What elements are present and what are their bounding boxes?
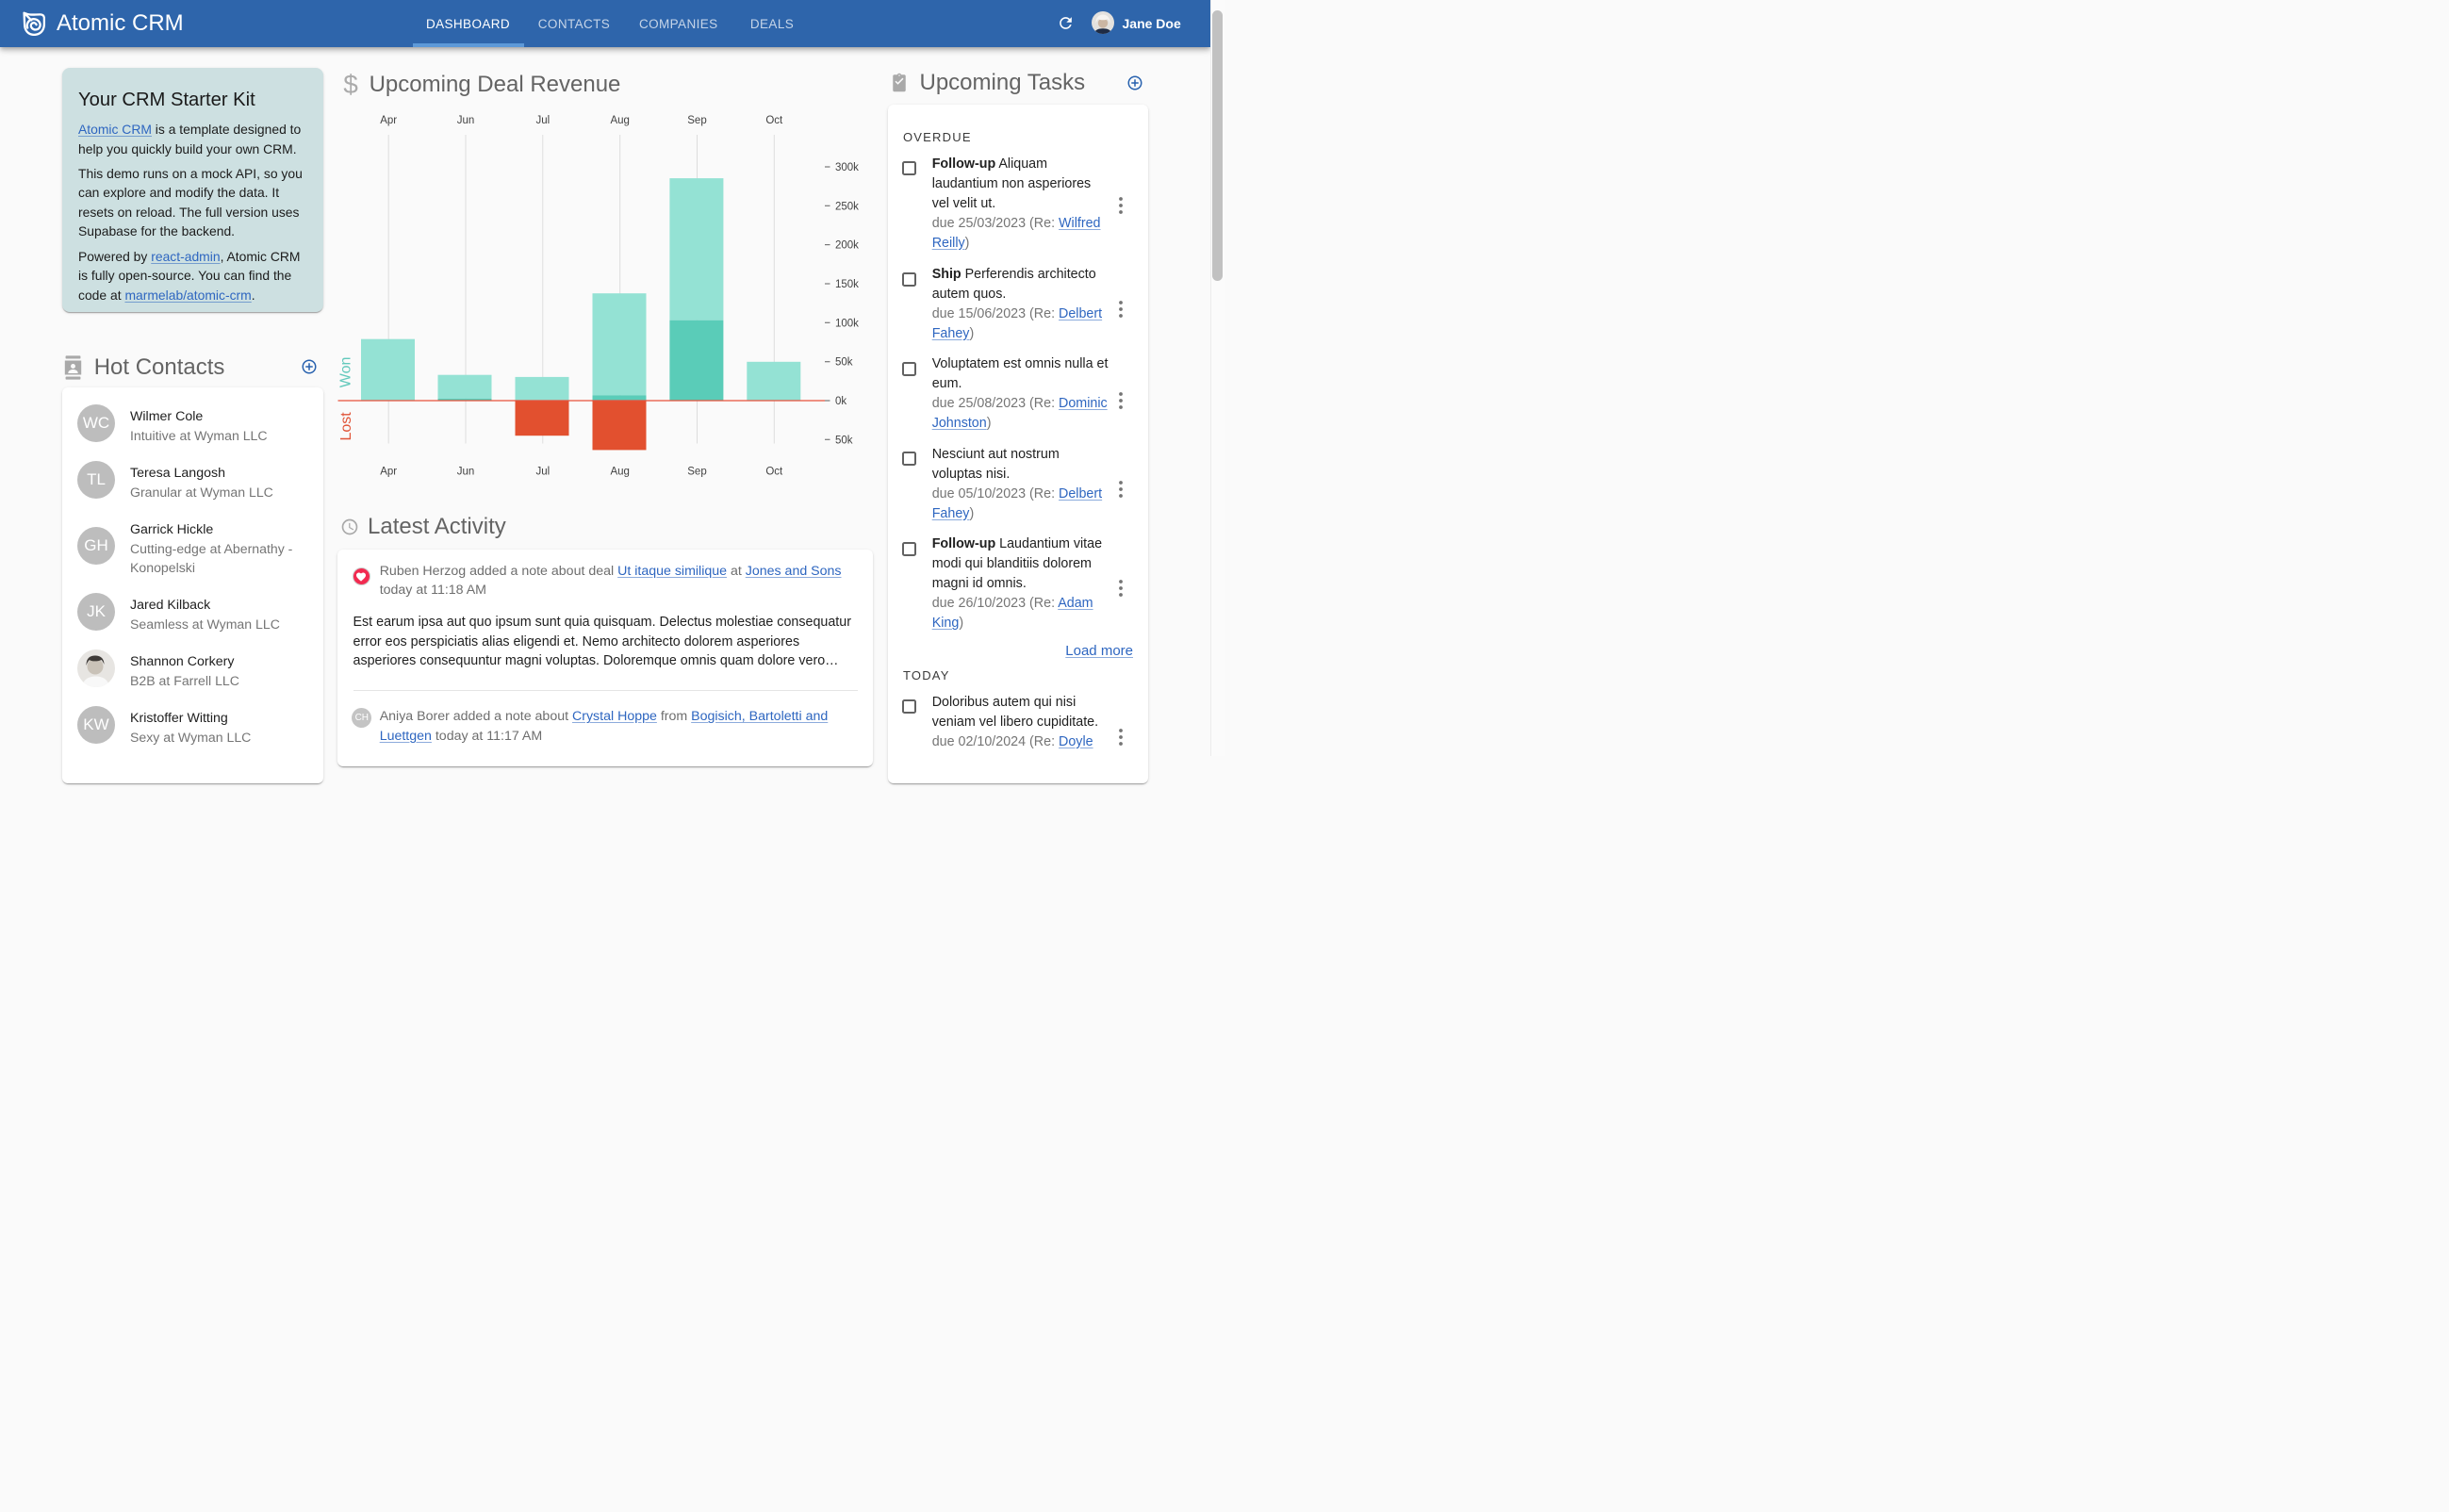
svg-text:150k: 150k	[835, 279, 859, 290]
svg-text:Sep: Sep	[687, 115, 706, 126]
svg-text:0k: 0k	[835, 396, 846, 407]
svg-text:Aug: Aug	[610, 467, 629, 478]
svg-text:Sep: Sep	[687, 467, 706, 478]
svg-text:Oct: Oct	[765, 115, 783, 126]
svg-text:300k: 300k	[835, 162, 859, 173]
svg-text:100k: 100k	[835, 318, 859, 329]
svg-text:Apr: Apr	[380, 115, 397, 126]
svg-text:Jun: Jun	[457, 467, 475, 478]
svg-text:50k: 50k	[835, 357, 853, 369]
svg-text:Aug: Aug	[610, 115, 629, 126]
svg-text:Won: Won	[338, 357, 354, 388]
svg-text:Apr: Apr	[380, 467, 397, 478]
svg-text:50k: 50k	[835, 435, 853, 446]
svg-text:200k: 200k	[835, 240, 859, 252]
svg-text:Oct: Oct	[765, 467, 783, 478]
svg-text:Jun: Jun	[457, 115, 475, 126]
svg-text:Lost: Lost	[338, 412, 354, 441]
svg-text:Jul: Jul	[535, 467, 550, 478]
svg-text:Jul: Jul	[535, 115, 550, 126]
svg-text:250k: 250k	[835, 201, 859, 212]
